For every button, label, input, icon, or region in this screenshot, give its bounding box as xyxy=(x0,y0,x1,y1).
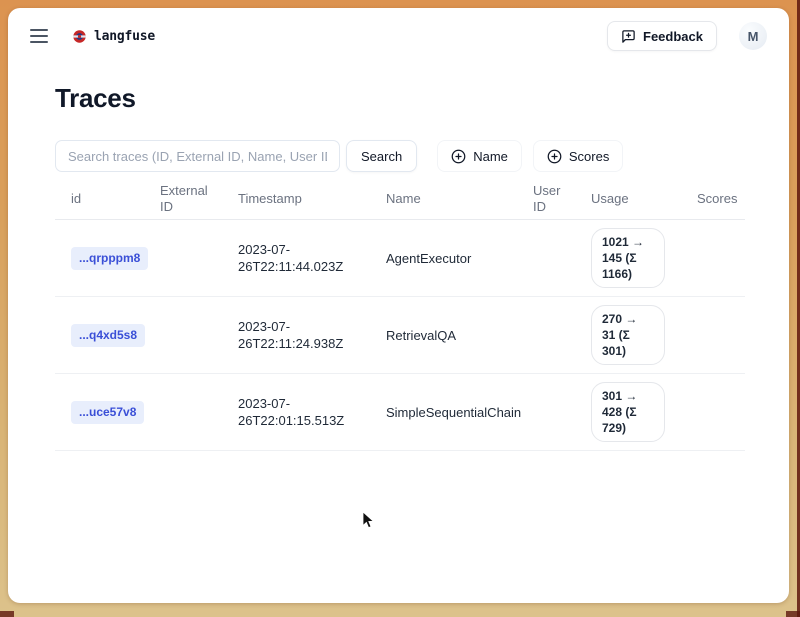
traces-table: id External ID Timestamp Name User ID Us… xyxy=(55,179,745,451)
avatar[interactable]: M xyxy=(739,22,767,50)
name-cell: RetrievalQA xyxy=(370,297,517,374)
frame-corner xyxy=(786,611,800,617)
search-button[interactable]: Search xyxy=(346,140,417,172)
scores-cell xyxy=(681,220,745,297)
toolbar: Search Name Scores xyxy=(55,140,742,172)
column-header-timestamp: Timestamp xyxy=(222,179,370,220)
scores-cell xyxy=(681,297,745,374)
search-input[interactable] xyxy=(55,140,340,172)
message-plus-icon xyxy=(621,29,636,44)
page-title: Traces xyxy=(55,84,742,112)
brand[interactable]: langfuse xyxy=(72,29,155,44)
user-id-cell xyxy=(517,297,575,374)
menu-icon[interactable] xyxy=(30,29,48,43)
usage-badge: 1021 → 145 (Σ 1166) xyxy=(591,228,665,288)
name-cell: AgentExecutor xyxy=(370,220,517,297)
desktop-background: langfuse Feedback M Traces xyxy=(0,0,800,617)
plus-circle-icon xyxy=(547,149,562,164)
timestamp-cell: 2023-07-26T22:01:15.513Z xyxy=(238,395,354,429)
column-header-scores: Scores xyxy=(681,179,745,220)
avatar-initial: M xyxy=(748,29,759,44)
table-row[interactable]: ...qrpppm8 2023-07-26T22:11:44.023Z Agen… xyxy=(55,220,745,297)
usage-badge: 301 → 428 (Σ 729) xyxy=(591,382,665,442)
column-header-usage: Usage xyxy=(575,179,681,220)
external-id-cell xyxy=(144,220,222,297)
column-header-external-id: External ID xyxy=(144,179,222,220)
usage-badge: 270 → 31 (Σ 301) xyxy=(591,305,665,365)
user-id-cell xyxy=(517,220,575,297)
table-row[interactable]: ...uce57v8 2023-07-26T22:01:15.513Z Simp… xyxy=(55,374,745,451)
timestamp-cell: 2023-07-26T22:11:24.938Z xyxy=(238,318,354,352)
user-id-cell xyxy=(517,374,575,451)
external-id-cell xyxy=(144,297,222,374)
app-window: langfuse Feedback M Traces xyxy=(8,8,789,603)
trace-id-link[interactable]: ...q4xd5s8 xyxy=(71,324,145,347)
langfuse-logo-icon xyxy=(72,29,87,44)
trace-id-link[interactable]: ...uce57v8 xyxy=(71,401,144,424)
top-bar-right: Feedback M xyxy=(607,21,767,51)
scores-cell xyxy=(681,374,745,451)
column-header-user-id: User ID xyxy=(517,179,575,220)
trace-id-link[interactable]: ...qrpppm8 xyxy=(71,247,148,270)
filter-scores-button[interactable]: Scores xyxy=(533,140,623,172)
name-cell: SimpleSequentialChain xyxy=(370,374,517,451)
external-id-cell xyxy=(144,374,222,451)
frame-corner xyxy=(0,611,14,617)
column-header-id: id xyxy=(55,179,144,220)
brand-name: langfuse xyxy=(94,29,155,44)
filter-name-label: Name xyxy=(473,149,508,164)
top-bar-left: langfuse xyxy=(30,29,155,44)
filter-scores-label: Scores xyxy=(569,149,609,164)
plus-circle-icon xyxy=(451,149,466,164)
column-header-name: Name xyxy=(370,179,517,220)
timestamp-cell: 2023-07-26T22:11:44.023Z xyxy=(238,241,354,275)
table-header-row: id External ID Timestamp Name User ID Us… xyxy=(55,179,745,220)
table-row[interactable]: ...q4xd5s8 2023-07-26T22:11:24.938Z Retr… xyxy=(55,297,745,374)
top-bar: langfuse Feedback M xyxy=(8,20,789,52)
feedback-button[interactable]: Feedback xyxy=(607,21,717,51)
feedback-label: Feedback xyxy=(643,29,703,44)
main-content: Traces Search Name Scores xyxy=(8,84,789,451)
filter-name-button[interactable]: Name xyxy=(437,140,522,172)
